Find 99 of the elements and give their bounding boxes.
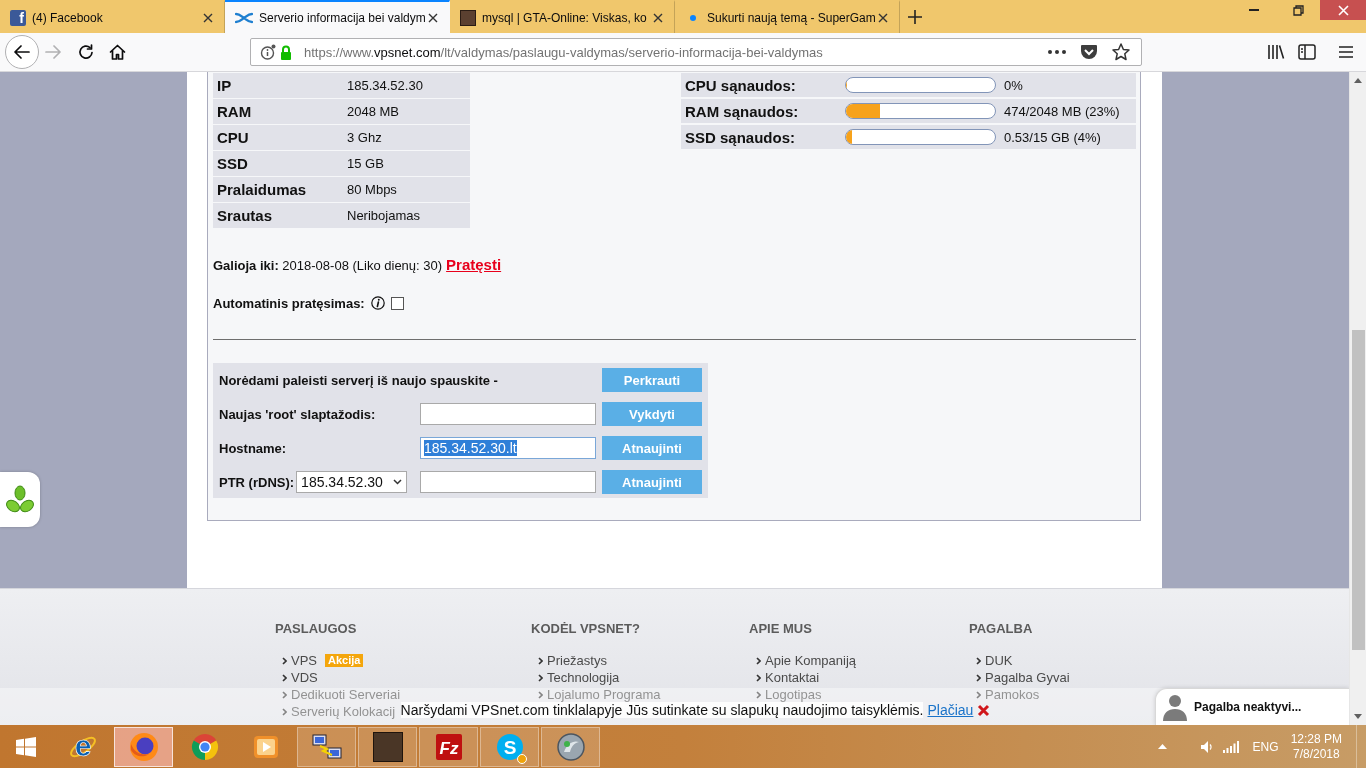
footer-link[interactable]: Priežastys: [547, 653, 607, 668]
speaker-icon: [1199, 739, 1215, 754]
action-label: Hostname:: [219, 440, 287, 456]
close-icon: [1337, 4, 1349, 16]
usage-reading: 0.53/15 GB (4%): [1003, 129, 1101, 145]
more-link[interactable]: Plačiau: [927, 702, 974, 718]
menu-icon: [1338, 45, 1354, 59]
taskbar-app-button[interactable]: Fz: [419, 726, 478, 767]
thumbnail-placeholder: [372, 731, 403, 762]
info-icon: [370, 296, 385, 310]
reload-icon: [78, 44, 94, 60]
signal-bars-icon: [1222, 740, 1239, 753]
footer-link[interactable]: VPS: [291, 653, 317, 668]
close-icon: [653, 12, 663, 23]
action-label: Norėdami paleisti serverį iš naujo spauskite -: [219, 372, 498, 388]
footer-link[interactable]: Apie Kompaniją: [765, 653, 857, 668]
footer-heading: PAGALBA: [969, 621, 1033, 636]
close-window-button[interactable]: [1320, 0, 1366, 20]
close-icon: [428, 12, 438, 23]
plus-icon: [908, 9, 922, 24]
spec-label: Pralaidumas: [216, 181, 307, 198]
spec-label: SSD: [216, 155, 248, 172]
caret-up-icon: [1354, 78, 1362, 83]
site-logo: f: [10, 9, 26, 26]
text-field[interactable]: [420, 471, 596, 493]
caret-up-icon: [1157, 744, 1167, 749]
spec-label: RAM: [216, 103, 252, 120]
auto-renew-label: Automatinis pratęsimas:: [213, 295, 365, 311]
usage-reading: 0%: [1003, 77, 1023, 93]
fox-globe-icon: [128, 731, 159, 762]
footer-link[interactable]: VDS: [291, 670, 318, 685]
usage-label: SSD sąnaudos:: [684, 128, 796, 146]
close-icon: [977, 703, 991, 717]
scrollbar-thumb[interactable]: [1351, 330, 1365, 650]
validity-text: Galioja iki: 2018-08-08 (Liko dienų: 30): [213, 257, 443, 275]
forward-arrow-icon: [45, 45, 61, 59]
back-arrow-icon: [14, 45, 30, 59]
spec-value: 2048 MB: [346, 104, 400, 119]
address-bar[interactable]: https://www.vpsnet.com/lt/valdymas/paslaugu-valdymas/serverio-informacija-bei-valdymas: [250, 38, 1142, 66]
spec-value: 3 Ghz: [346, 130, 382, 145]
library-icon: [1267, 44, 1285, 60]
spec-value: Neribojamas: [346, 208, 420, 223]
person-icon: [1162, 693, 1188, 721]
leaf-button[interactable]: [0, 472, 40, 527]
text-field[interactable]: [420, 403, 596, 425]
restore-icon: [1293, 4, 1304, 16]
app-logo: Fz: [434, 732, 463, 761]
footer-link[interactable]: Pagalba Gyvai: [985, 670, 1070, 685]
taskbar-app-button[interactable]: [297, 726, 356, 767]
lock-icon: [280, 44, 292, 60]
sidebar-icon: [1298, 44, 1316, 60]
s-logo: S: [495, 732, 524, 761]
text-field[interactable]: 185.34.52.30.lt: [420, 437, 596, 459]
taskbar-app-button[interactable]: [358, 726, 417, 767]
chevron-down-icon: [393, 479, 403, 485]
spec-value: 15 GB: [346, 156, 384, 171]
home-icon: [108, 44, 126, 60]
select-dropdown[interactable]: 185.34.52.30: [296, 471, 408, 493]
spec-label: CPU: [216, 129, 249, 146]
app-icon: [555, 731, 586, 762]
spec-value: 185.34.52.30: [346, 78, 423, 93]
footer-heading: KODĖL VPSNET?: [531, 621, 640, 636]
spec-label: IP: [216, 77, 232, 94]
usage-label: RAM sąnaudos:: [684, 102, 799, 120]
minimize-icon: [1249, 9, 1259, 11]
action-label: PTR (rDNS):: [219, 474, 295, 490]
footer-link[interactable]: Kontaktai: [765, 670, 820, 685]
action-label: Naujas 'root' slaptažodis:: [219, 406, 376, 422]
more-icon: [1048, 50, 1066, 54]
back-button[interactable]: [5, 35, 39, 69]
caret-down-icon: [1354, 714, 1362, 719]
network-computers-icon: [311, 731, 342, 762]
logo-icon: [235, 11, 253, 24]
pocket-icon: [1080, 44, 1098, 60]
wheel-icon: [189, 731, 220, 762]
chat-tab[interactable]: Pagalba neaktyvi...: [1155, 688, 1349, 725]
renew-link[interactable]: Pratęsti: [446, 255, 502, 275]
auto-renew-checkbox[interactable]: [390, 296, 404, 310]
dot-icon: [690, 14, 696, 21]
thumbnail-placeholder: [460, 9, 476, 26]
info-icon: [260, 44, 276, 60]
browser-tab[interactable]: Serverio informacija bei valdym: [225, 0, 450, 33]
taskbar-app-button[interactable]: [114, 726, 173, 767]
footer-heading: PASLAUGOS: [275, 621, 357, 636]
footer-link[interactable]: Technologija: [547, 670, 620, 685]
window-panes-icon: [16, 736, 36, 757]
spec-value: 80 Mbps: [346, 182, 397, 197]
close-button[interactable]: [977, 703, 991, 717]
usage-reading: 474/2048 MB (23%): [1003, 103, 1120, 119]
promo-badge: Akcija: [325, 654, 364, 667]
usage-label: CPU sąnaudos:: [684, 76, 796, 94]
close-icon: [878, 12, 888, 23]
close-icon: [203, 12, 213, 23]
cookie-text: Naršydami VPSnet.com tinklalapyje Jūs sutinkate su slapukų naudojimo taisyklėmis.: [400, 702, 924, 718]
leaves-icon: [5, 484, 35, 515]
footer-link[interactable]: DUK: [985, 653, 1013, 668]
star-icon: [1112, 43, 1130, 61]
spec-label: Srautas: [216, 207, 273, 224]
footer-heading: APIE MUS: [749, 621, 812, 636]
